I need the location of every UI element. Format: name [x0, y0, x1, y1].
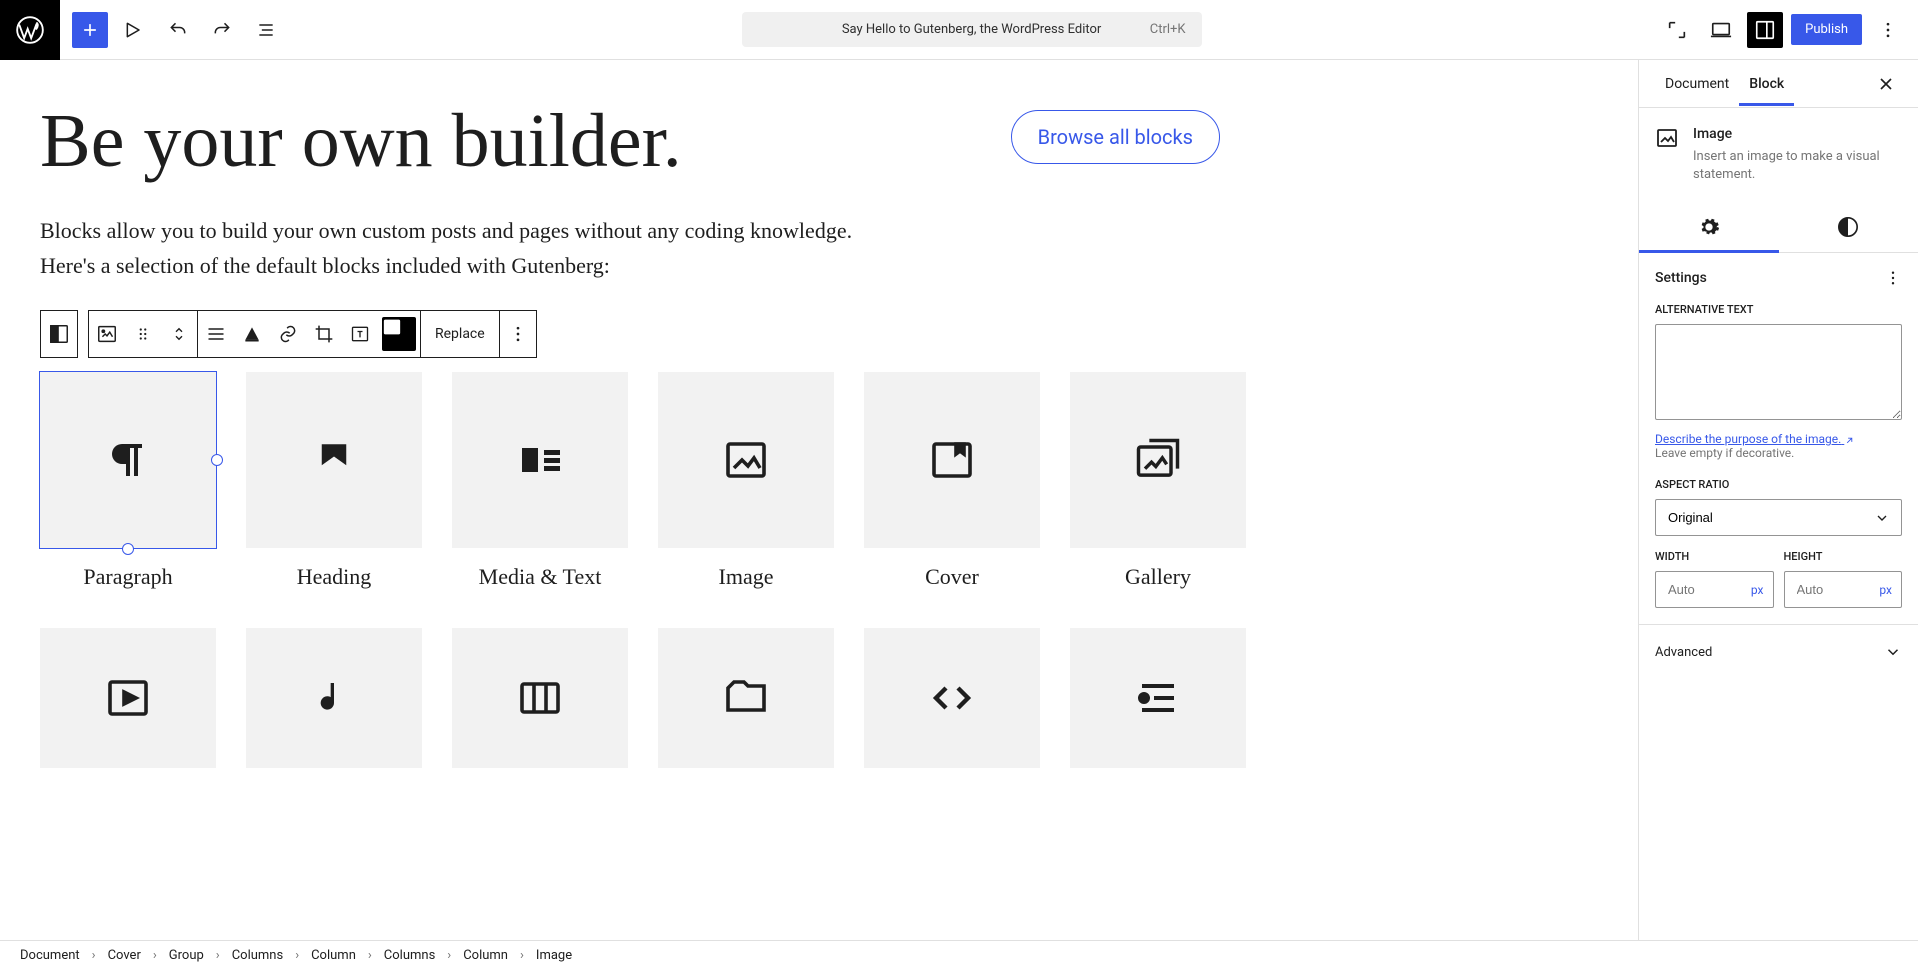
breadcrumb-item[interactable]: Column [311, 948, 356, 963]
breadcrumb: Document› Cover› Group› Columns› Column›… [0, 940, 1918, 970]
breadcrumb-item[interactable]: Image [536, 948, 572, 963]
settings-more-button[interactable] [1884, 269, 1902, 287]
editor-canvas[interactable]: Be your own builder. Browse all blocks B… [0, 60, 1638, 940]
block-card-heading[interactable]: Heading [246, 372, 422, 590]
tab-styles[interactable] [1779, 202, 1918, 252]
width-unit[interactable]: px [1751, 583, 1764, 597]
link-button[interactable] [270, 311, 306, 357]
height-label: Height [1784, 550, 1903, 563]
block-label: Cover [925, 564, 979, 590]
view-button[interactable] [1659, 12, 1695, 48]
settings-section-title: Settings [1655, 270, 1707, 286]
block-card-cover[interactable]: Cover [864, 372, 1040, 590]
topbar: Say Hello to Gutenberg, the WordPress Ed… [0, 0, 1918, 60]
tab-settings-gear[interactable] [1639, 202, 1779, 252]
tools-button[interactable] [116, 12, 152, 48]
alt-help-link[interactable]: Describe the purpose of the image. [1655, 432, 1855, 446]
add-block-button[interactable] [72, 12, 108, 48]
wordpress-logo[interactable] [0, 0, 60, 60]
text-overlay-button[interactable] [342, 311, 378, 357]
align-button[interactable] [198, 311, 234, 357]
block-card-paragraph[interactable]: Paragraph [40, 372, 216, 590]
alt-text-input[interactable] [1655, 324, 1902, 420]
breadcrumb-item[interactable]: Column [463, 948, 508, 963]
crop-button[interactable] [306, 311, 342, 357]
redo-button[interactable] [204, 12, 240, 48]
block-card-code[interactable] [864, 628, 1040, 768]
intro-paragraph-1[interactable]: Blocks allow you to build your own custo… [40, 214, 1220, 247]
aspect-ratio-label: Aspect Ratio [1655, 478, 1902, 491]
breadcrumb-item[interactable]: Columns [232, 948, 284, 963]
intro-paragraph-2[interactable]: Here's a selection of the default blocks… [40, 249, 1220, 282]
drag-handle[interactable] [125, 311, 161, 357]
block-toolbar: Replace [40, 310, 1220, 358]
breadcrumb-item[interactable]: Cover [108, 948, 141, 963]
settings-toggle-button[interactable] [1747, 12, 1783, 48]
breadcrumb-item[interactable]: Group [169, 948, 204, 963]
move-up-down-button[interactable] [161, 311, 197, 357]
advanced-panel-toggle[interactable]: Advanced [1639, 624, 1918, 679]
aspect-ratio-select[interactable]: Original [1655, 499, 1902, 536]
settings-sidebar: Document Block Image Insert an image to … [1638, 60, 1918, 940]
command-shortcut: Ctrl+K [1150, 22, 1186, 37]
undo-button[interactable] [160, 12, 196, 48]
block-description: Insert an image to make a visual stateme… [1693, 148, 1902, 184]
document-title-text: Say Hello to Gutenberg, the WordPress Ed… [842, 22, 1102, 37]
block-type-button[interactable] [89, 311, 125, 357]
block-more-button[interactable] [500, 311, 536, 357]
caption-button[interactable] [234, 311, 270, 357]
device-preview-button[interactable] [1703, 12, 1739, 48]
duotone-button[interactable] [382, 317, 416, 351]
document-title[interactable]: Say Hello to Gutenberg, the WordPress Ed… [742, 12, 1202, 47]
block-card-columns[interactable] [452, 628, 628, 768]
resize-handle-bottom[interactable] [122, 543, 134, 555]
block-label: Media & Text [479, 564, 602, 590]
block-card-audio[interactable] [246, 628, 422, 768]
block-label: Heading [297, 564, 372, 590]
document-overview-button[interactable] [248, 12, 284, 48]
breadcrumb-item[interactable]: Columns [384, 948, 436, 963]
block-parent-button[interactable] [41, 311, 77, 357]
block-card-list[interactable] [1070, 628, 1246, 768]
breadcrumb-item[interactable]: Document [20, 948, 80, 963]
width-label: Width [1655, 550, 1774, 563]
block-card-gallery[interactable]: Gallery [1070, 372, 1246, 590]
close-sidebar-button[interactable] [1870, 68, 1902, 100]
browse-all-blocks-button[interactable]: Browse all blocks [1011, 110, 1220, 164]
image-icon [1655, 126, 1679, 184]
block-label: Gallery [1125, 564, 1191, 590]
alt-help-text: Leave empty if decorative. [1655, 446, 1794, 460]
block-card-image[interactable]: Image [658, 372, 834, 590]
block-title: Image [1693, 126, 1902, 142]
tab-document[interactable]: Document [1655, 62, 1739, 106]
tab-block[interactable]: Block [1739, 62, 1794, 106]
more-options-button[interactable] [1870, 12, 1906, 48]
page-heading[interactable]: Be your own builder. [40, 100, 682, 184]
replace-button[interactable]: Replace [421, 311, 499, 357]
publish-button[interactable]: Publish [1791, 14, 1862, 45]
alt-text-label: Alternative Text [1655, 303, 1902, 316]
block-label: Image [719, 564, 774, 590]
block-label: Paragraph [83, 564, 172, 590]
block-card-video[interactable] [40, 628, 216, 768]
resize-handle-right[interactable] [211, 454, 223, 466]
block-card-file[interactable] [658, 628, 834, 768]
height-unit[interactable]: px [1879, 583, 1892, 597]
block-card-media-text[interactable]: Media & Text [452, 372, 628, 590]
